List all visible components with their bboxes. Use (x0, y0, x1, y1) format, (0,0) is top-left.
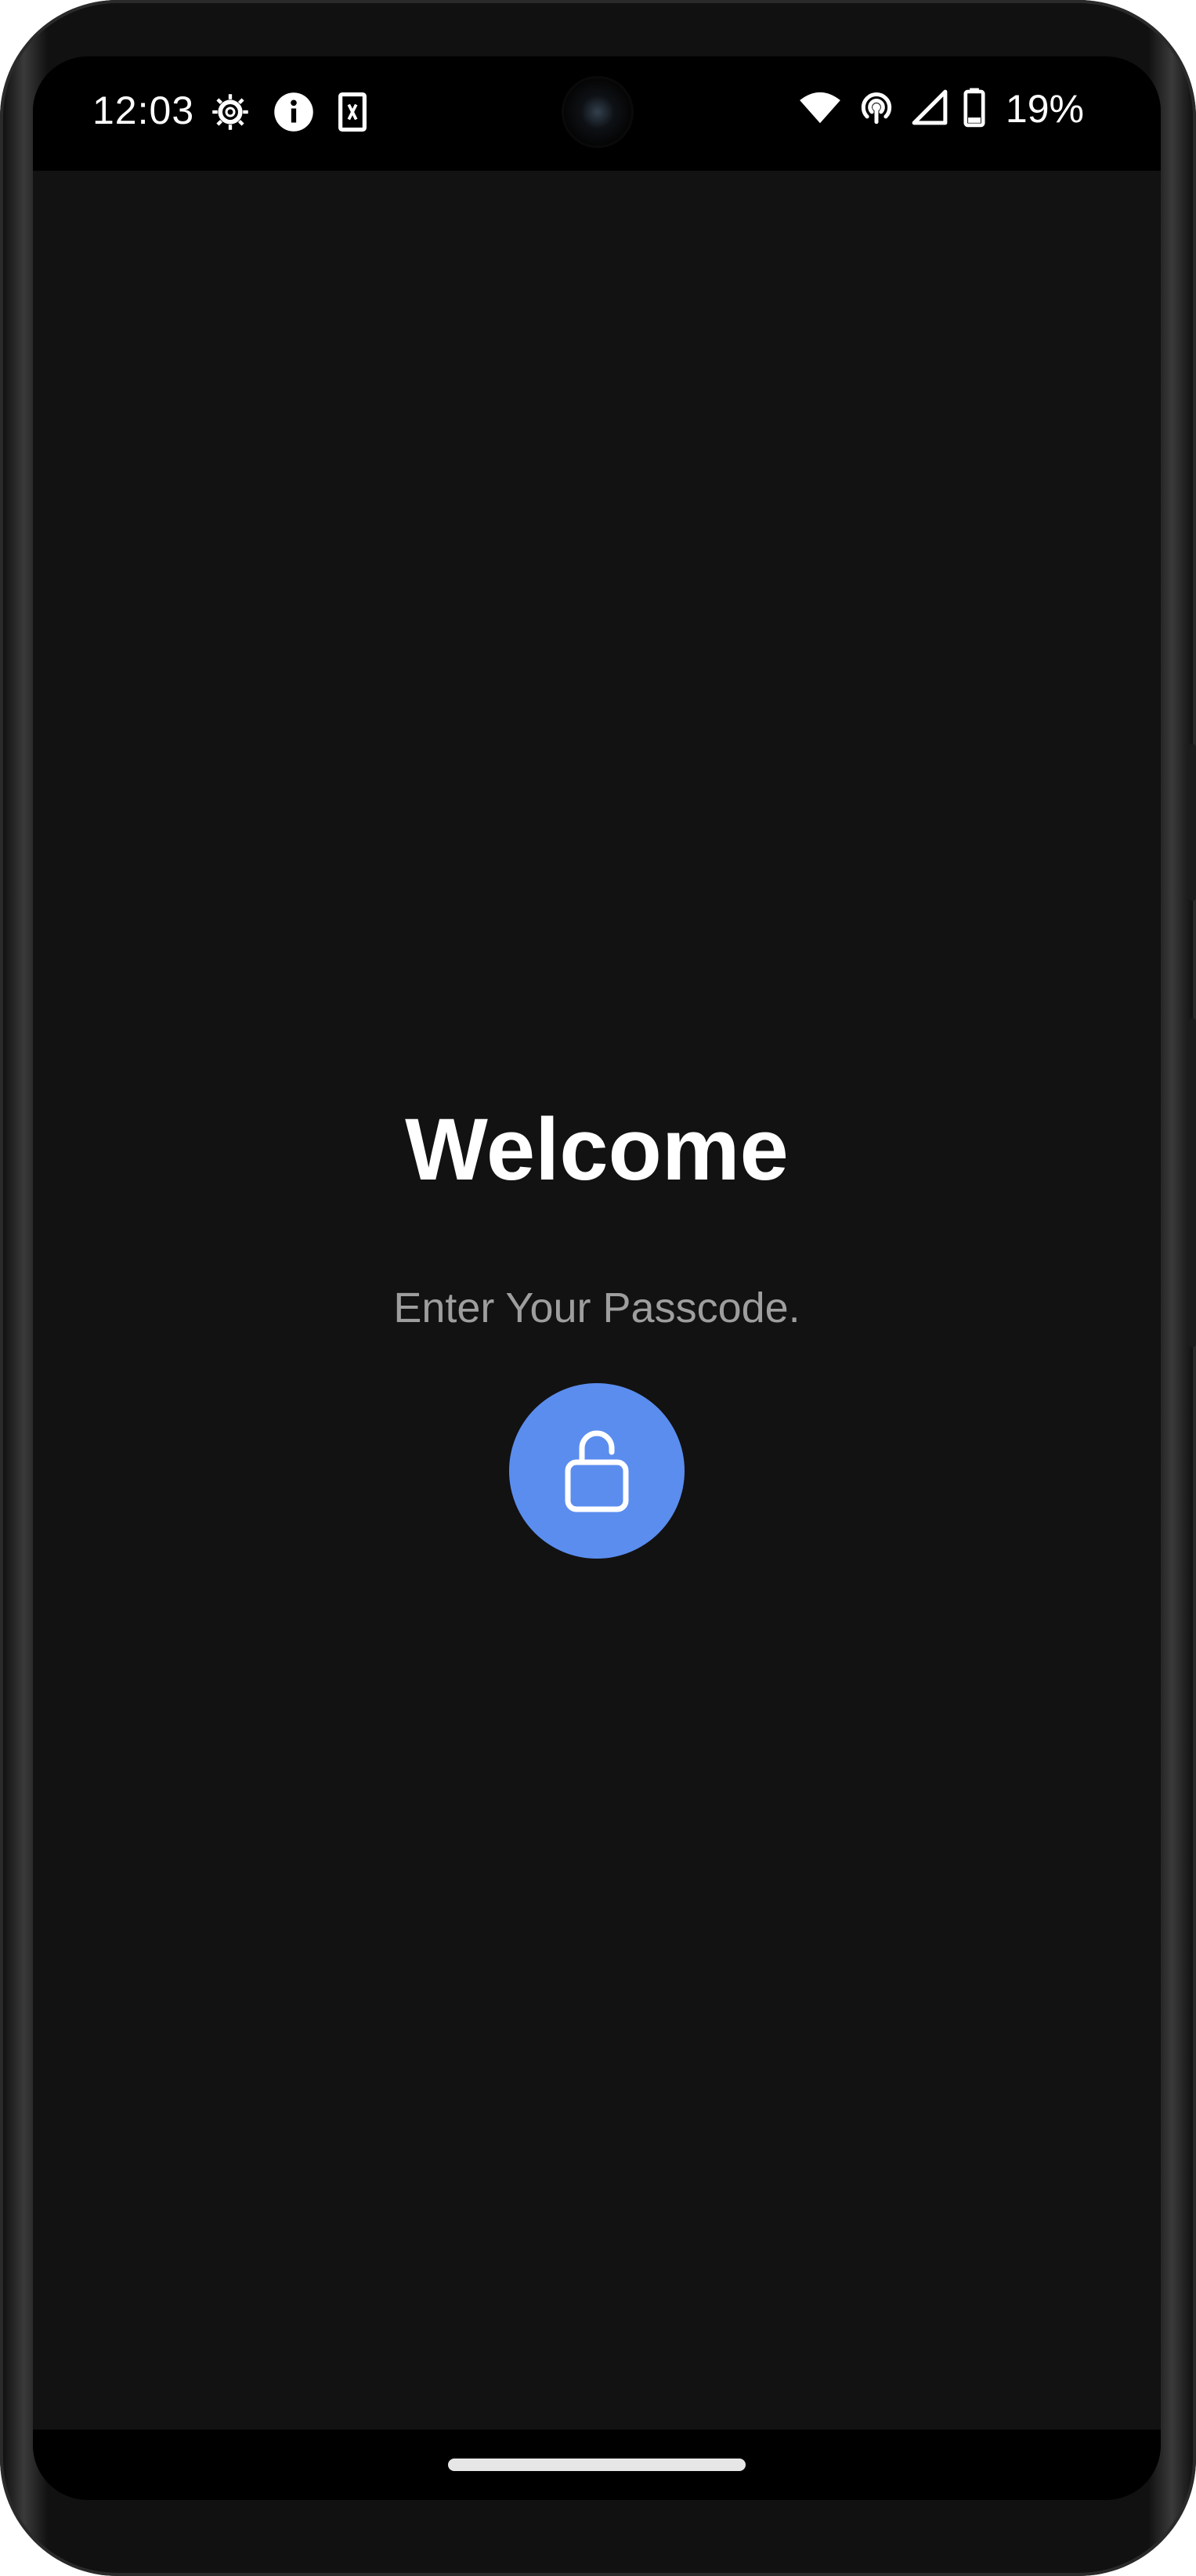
status-system-icons: 19% (799, 86, 1084, 132)
volume-button (1188, 744, 1196, 901)
phone-screen: 12:03 19% Welcome Enter Your Passcode. (33, 56, 1161, 2500)
status-notification-icons (210, 91, 368, 133)
hotspot-icon (857, 88, 896, 131)
status-time: 12:03 (92, 89, 195, 132)
unlock-button[interactable] (509, 1383, 685, 1559)
passcode-prompt: Enter Your Passcode. (393, 1284, 800, 1331)
phone-frame: 12:03 19% Welcome Enter Your Passcode. (0, 0, 1196, 2576)
status-bar: 12:03 19% (33, 56, 1161, 171)
page-title: Welcome (405, 1100, 789, 1198)
front-camera (564, 78, 631, 146)
unlock-icon (563, 1426, 631, 1516)
settings-gear-icon (210, 92, 251, 132)
wifi-icon (799, 89, 841, 129)
battery-percentage: 19% (1005, 87, 1084, 131)
cellular-signal-icon (912, 89, 948, 129)
lock-screen-content: Welcome Enter Your Passcode. (33, 171, 1161, 2428)
navigation-bar (33, 2430, 1161, 2500)
power-button (1188, 1018, 1196, 1347)
battery-icon (963, 87, 985, 132)
info-icon (273, 91, 315, 133)
sim-card-icon (337, 92, 368, 132)
home-gesture-handle[interactable] (448, 2459, 746, 2471)
